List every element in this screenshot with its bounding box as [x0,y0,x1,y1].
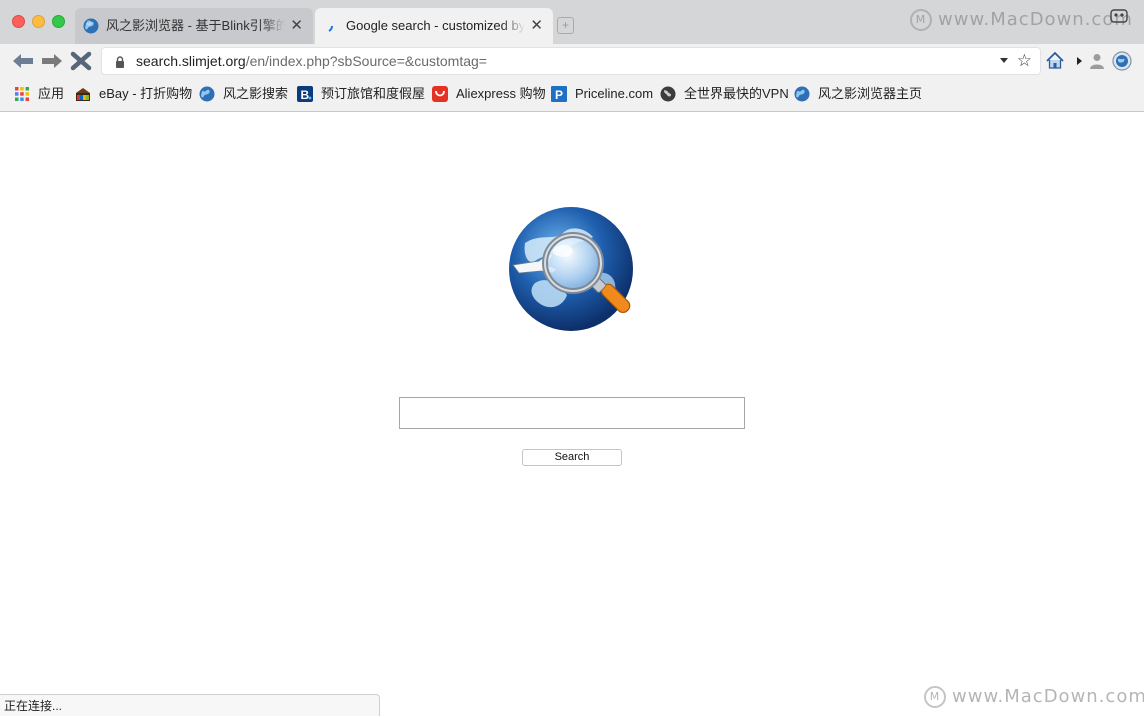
globe-icon [83,18,99,34]
priceline-icon: P [551,86,567,102]
bookmark-label: 风之影搜索 [223,86,289,101]
svg-text:B: B [301,88,310,102]
macdown-logo-icon: M [910,9,932,31]
bookmark-label: eBay - 打折购物 [99,86,193,101]
url-text[interactable]: search.slimjet.org/en/index.php?sbSource… [136,48,487,74]
tab-close-icon[interactable]: ✕ [530,8,543,44]
forward-arrow-icon[interactable] [41,51,63,71]
tab-title: 风之影浏览器 - 基于Blink引擎的高 [106,8,285,44]
ebay-icon [76,88,90,101]
new-tab-button[interactable]: + [557,17,574,34]
bookmark-star-icon[interactable]: ☆ [1017,50,1032,72]
tab-google-search[interactable]: Google search - customized by Fla ✕ [315,8,553,44]
tab-close-icon[interactable]: ✕ [290,8,303,44]
search-input[interactable] [399,397,745,429]
chevron-right-icon[interactable] [1077,57,1082,65]
booking-icon: B [297,86,313,102]
bookmarks-bar: 应用 eBay - 打折购物 风之影搜索 B 预订旅馆和度假屋 Aliexpre [0,78,1144,112]
globe-icon [199,86,215,102]
bookmark-label: Aliexpress 购物 [456,86,546,101]
tab-slimjet-home[interactable]: 风之影浏览器 - 基于Blink引擎的高 ✕ [75,8,313,44]
bookmark-label: 全世界最快的VPN [684,86,789,101]
aliexpress-icon [432,86,448,102]
bookmark-label: 风之影浏览器主页 [818,86,923,101]
bookmark-label: 应用 [38,86,65,101]
window-close-button[interactable] [12,15,25,28]
stop-icon[interactable] [70,51,92,71]
address-bar[interactable]: search.slimjet.org/en/index.php?sbSource… [101,47,1041,75]
status-bubble: 正在连接... [0,694,380,716]
loading-spinner-icon [328,25,333,32]
macdown-logo-icon: M [924,686,946,708]
window-zoom-button[interactable] [52,15,65,28]
watermark: Mwww.MacDown.com [910,9,1133,31]
slimjet-menu-icon[interactable] [1112,51,1132,71]
globe-icon [794,86,810,102]
tab-title: Google search - customized by Fla [346,8,525,44]
url-host: search.slimjet.org [136,53,246,69]
vpn-globe-icon [660,86,676,102]
search-button[interactable]: Search [522,449,622,466]
home-icon[interactable] [1046,52,1064,69]
bookmark-label: Priceline.com [575,86,654,101]
person-icon[interactable] [1090,53,1104,69]
back-arrow-icon[interactable] [12,51,34,71]
window-minimize-button[interactable] [32,15,45,28]
tab-strip: 风之影浏览器 - 基于Blink引擎的高 ✕ Google search - c… [0,0,1144,44]
toolbar: search.slimjet.org/en/index.php?sbSource… [0,44,1144,78]
apps-grid-icon [15,87,29,101]
svg-text:P: P [555,88,563,102]
watermark: Mwww.MacDown.com [924,686,1144,708]
slimjet-search-logo-icon [509,207,633,331]
url-path: /en/index.php?sbSource=&customtag= [245,53,487,69]
chevron-down-icon[interactable] [1000,58,1008,63]
profile-icon[interactable] [1110,9,1128,23]
lock-icon[interactable] [115,56,125,68]
bookmark-label: 预订旅馆和度假屋 [321,86,426,101]
